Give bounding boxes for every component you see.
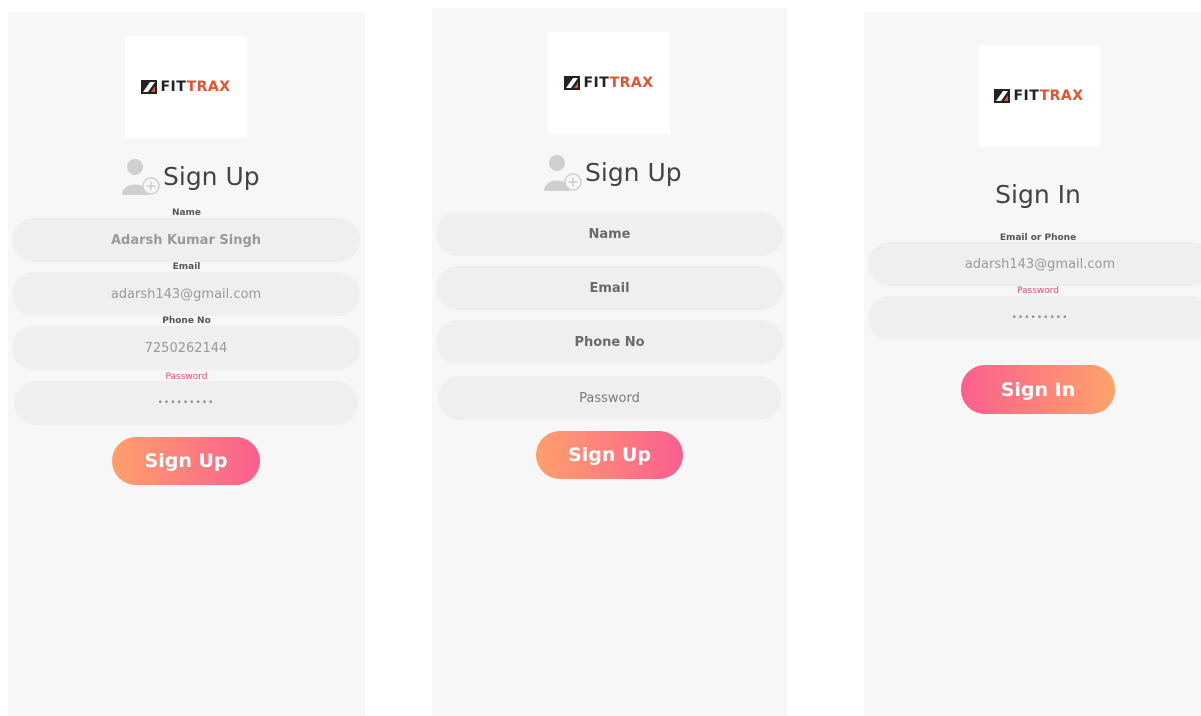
logo-text-dark: FIT	[583, 75, 610, 91]
phone-label: Phone No	[162, 316, 211, 326]
name-input[interactable]: Adarsh Kumar Singh	[12, 218, 360, 262]
user-add-icon	[544, 155, 582, 191]
email-input[interactable]: Email	[436, 266, 783, 310]
user-add-icon	[122, 159, 160, 195]
logo-box: FITTRAX	[978, 45, 1100, 147]
page-title: Sign Up	[163, 162, 260, 191]
phone-input[interactable]: Phone No	[436, 320, 783, 364]
logo-mark-icon	[141, 80, 158, 94]
logo-text-orange: TRAX	[609, 75, 654, 91]
signin-screen: FITTRAX Sign In Email or Phone adarsh143…	[864, 12, 1201, 716]
signup-empty-screen: FITTRAX Sign Up Name Email Phone No Pass…	[432, 8, 787, 716]
status-bar	[864, 12, 1201, 34]
logo-text-orange: TRAX	[186, 79, 231, 95]
logo-text-dark: FIT	[1013, 88, 1040, 104]
logo-mark-icon	[994, 89, 1011, 103]
sign-up-button[interactable]: Sign Up	[536, 431, 683, 479]
status-bar	[8, 12, 365, 34]
logo-text-dark: FIT	[160, 79, 187, 95]
fittrax-logo: FITTRAX	[141, 79, 230, 95]
page-title: Sign Up	[585, 158, 682, 187]
sign-in-button[interactable]: Sign In	[961, 365, 1115, 414]
page-title: Sign In	[995, 180, 1081, 209]
logo-mark-icon	[564, 76, 581, 90]
email-input[interactable]: adarsh143@gmail.com	[12, 272, 360, 316]
name-input[interactable]: Name	[436, 212, 783, 256]
logo-text-orange: TRAX	[1039, 88, 1084, 104]
password-input[interactable]: Password	[438, 376, 781, 420]
password-input[interactable]: •••••••••	[868, 296, 1201, 340]
email-label: Email	[172, 262, 201, 272]
logo-box: FITTRAX	[548, 32, 670, 134]
fittrax-logo: FITTRAX	[994, 88, 1083, 104]
password-input[interactable]: •••••••••	[14, 381, 358, 425]
logo-box: FITTRAX	[125, 36, 247, 138]
password-label: Password	[1016, 286, 1060, 296]
name-label: Name	[171, 208, 202, 218]
phone-input[interactable]: 7250262144	[12, 326, 360, 370]
signup-filled-screen: FITTRAX Sign Up Name Adarsh Kumar Singh …	[8, 12, 365, 716]
email-or-phone-input[interactable]: adarsh143@gmail.com	[868, 242, 1201, 286]
status-bar	[432, 8, 787, 30]
sign-up-button[interactable]: Sign Up	[112, 437, 260, 485]
fittrax-logo: FITTRAX	[564, 75, 653, 91]
